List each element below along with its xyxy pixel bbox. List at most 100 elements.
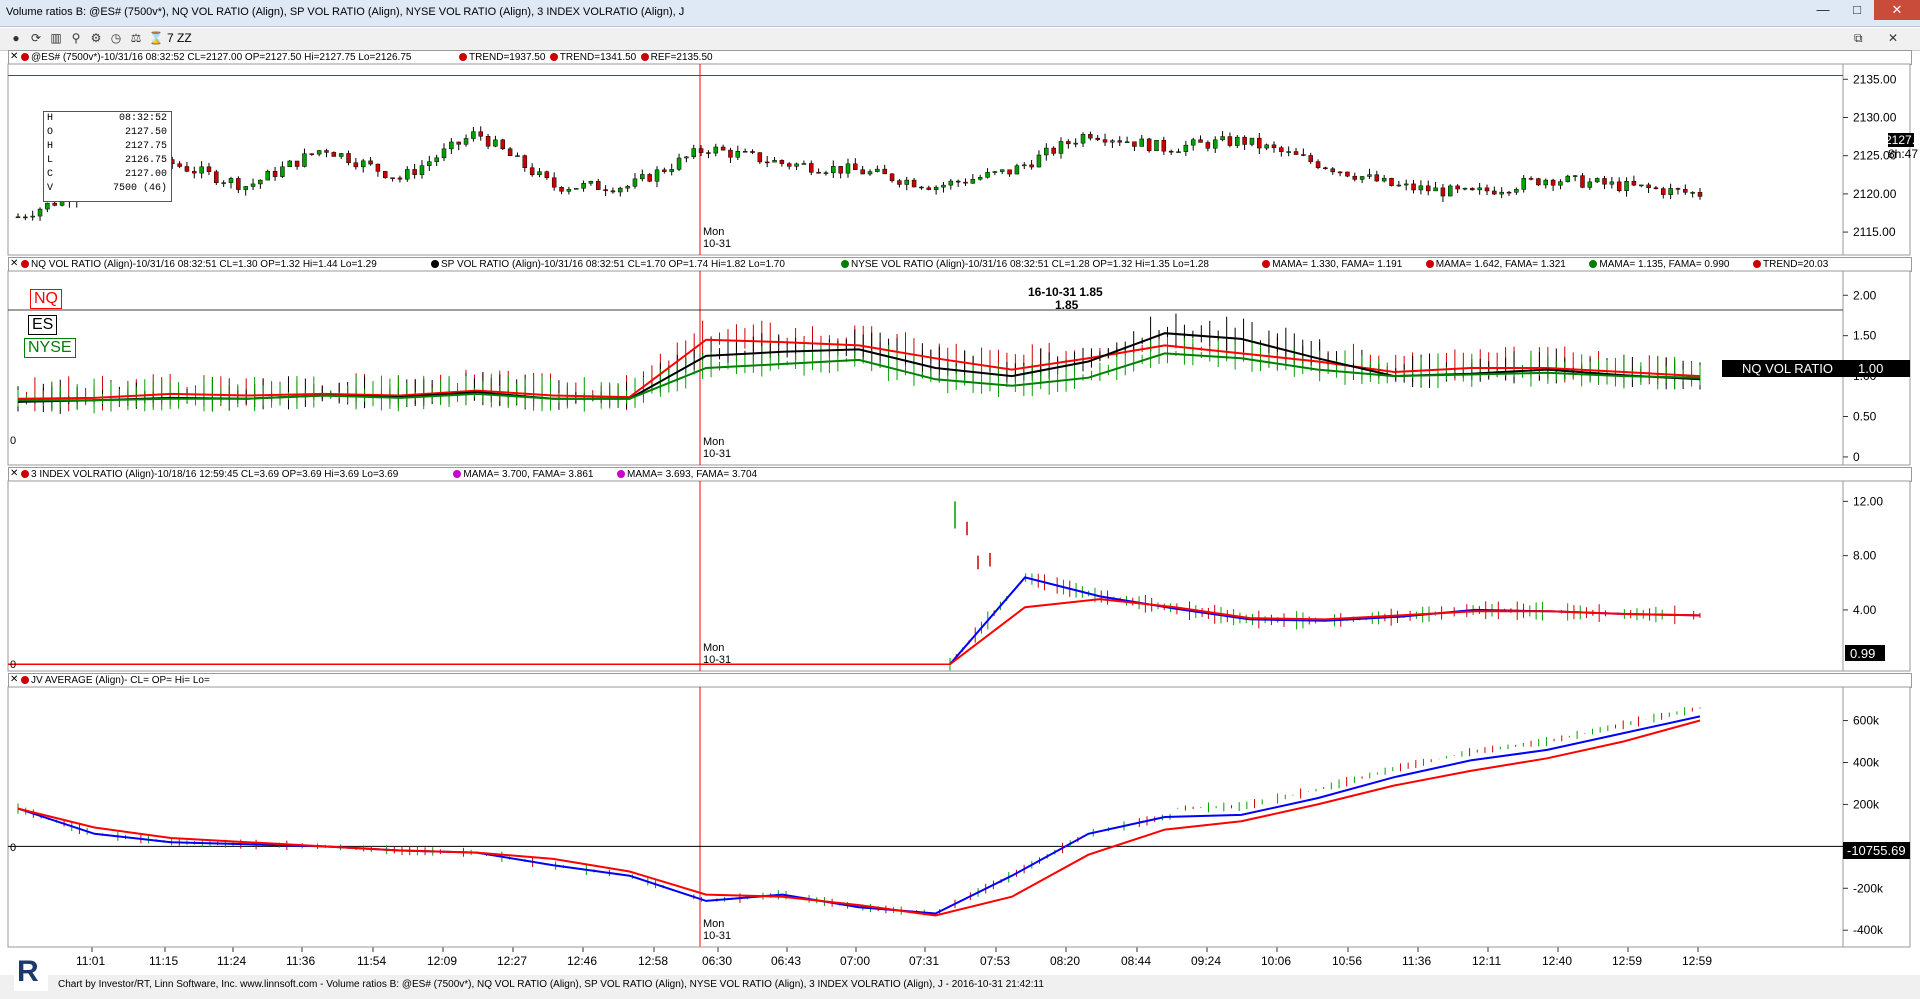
candle-body [390, 177, 395, 179]
axis-tick-label: 600k [1853, 714, 1880, 728]
candle-body [1558, 181, 1563, 186]
candle-body [1264, 144, 1269, 149]
session-label-date: 10-31 [703, 448, 731, 460]
candle-body [338, 153, 344, 157]
candle-body [698, 148, 704, 153]
candle-body [1293, 151, 1299, 155]
candle-body [1183, 144, 1189, 152]
legend-es: ES [28, 315, 58, 335]
candle-body [963, 181, 968, 184]
session-label-day: Mon [703, 642, 724, 654]
logo-letter: R [17, 955, 39, 988]
time-label: 06:30 [702, 954, 732, 968]
candle-body [853, 163, 858, 170]
session-label-date: 10-31 [703, 654, 731, 666]
candle-body [280, 166, 285, 177]
candle-body [706, 152, 711, 154]
candle-body [1058, 141, 1064, 154]
candle-body [985, 172, 990, 178]
candle-body [302, 153, 307, 167]
candle-body [728, 149, 733, 158]
candle-body [294, 160, 300, 167]
axis-tick-label: 12.00 [1853, 494, 1883, 508]
time-label: 08:20 [1050, 954, 1080, 968]
candle-body [236, 178, 241, 190]
session-label-day: Mon [703, 918, 724, 930]
candle-body [897, 180, 902, 185]
candle-body [926, 187, 932, 190]
ohlc-row: H 08:32:52 [44, 112, 171, 126]
axis-tick-label: -400k [1853, 923, 1884, 937]
candle-body [537, 171, 542, 176]
candle-body [214, 171, 219, 183]
candle-body [838, 166, 843, 174]
candle-body [691, 148, 696, 158]
candle-body [1602, 178, 1607, 185]
candle-body [1022, 164, 1027, 167]
candle-body [735, 151, 741, 158]
time-label: 12:58 [638, 954, 668, 968]
axis-tick-label: 4.00 [1853, 603, 1877, 617]
legend-nq: NQ [30, 289, 62, 309]
candle-body [515, 155, 520, 157]
ohlc-row: H 2127.75 [44, 140, 171, 154]
candle-body [485, 135, 491, 147]
candle-body [471, 131, 476, 139]
candle-body [904, 179, 909, 185]
candle-body [1271, 144, 1277, 148]
candle-body [1323, 167, 1328, 170]
candle-body [1330, 168, 1336, 173]
candle-body [1690, 192, 1695, 194]
candle-body [1154, 140, 1159, 152]
time-label: 10:56 [1332, 954, 1362, 968]
ratio-annotation: 16-10-31 1.85 [1028, 285, 1103, 299]
status-text: Chart by Investor/RT, Linn Software, Inc… [58, 979, 1044, 990]
time-label: 12:46 [567, 954, 597, 968]
candle-body [823, 172, 829, 174]
candle-body [1110, 140, 1115, 143]
chart-canvas[interactable]: Mon10-312135.002130.002125.002120.002115… [0, 0, 1920, 975]
axis-tick-label: 1.50 [1853, 329, 1877, 343]
candle-body [1249, 137, 1255, 145]
candle-body [970, 179, 976, 184]
candle-body [45, 202, 50, 210]
axis-tick-label: 8.00 [1853, 549, 1877, 563]
candle-body [573, 188, 579, 190]
candle-body [272, 170, 278, 177]
time-label: 12:11 [1472, 954, 1501, 968]
candle-body [250, 183, 256, 187]
candle-body [1587, 181, 1593, 188]
candle-body [750, 151, 755, 153]
candle-body [1337, 171, 1343, 174]
candle-body [1374, 174, 1380, 182]
candle-body [1425, 185, 1431, 192]
candle-body [911, 179, 917, 188]
candle-body [1661, 188, 1666, 195]
candle-body [581, 183, 586, 189]
candle-body [228, 178, 234, 183]
time-label: 12:40 [1542, 954, 1572, 968]
candle-body [1470, 187, 1475, 191]
candle-body [1080, 134, 1086, 144]
candle-body [1029, 164, 1034, 168]
candle-body [919, 186, 924, 189]
ohlc-key: O [47, 127, 54, 138]
plot-frame [7, 686, 1844, 948]
candle-body [52, 202, 57, 206]
session-label-day: Mon [703, 436, 724, 448]
candle-body [1367, 174, 1372, 177]
candle-body [610, 190, 616, 193]
candle-body [1227, 136, 1233, 146]
candle-body [757, 152, 763, 163]
candle-body [1609, 181, 1615, 185]
candle-body [1381, 177, 1387, 182]
candle-body [779, 160, 785, 164]
candle-body [434, 157, 439, 162]
time-label: 11:36 [286, 954, 315, 968]
price-axis [1842, 480, 1911, 672]
time-label: 11:24 [217, 954, 246, 968]
candle-body [588, 181, 594, 184]
candle-body [1073, 142, 1078, 145]
candle-body [720, 146, 726, 151]
time-label: 09:24 [1191, 954, 1221, 968]
